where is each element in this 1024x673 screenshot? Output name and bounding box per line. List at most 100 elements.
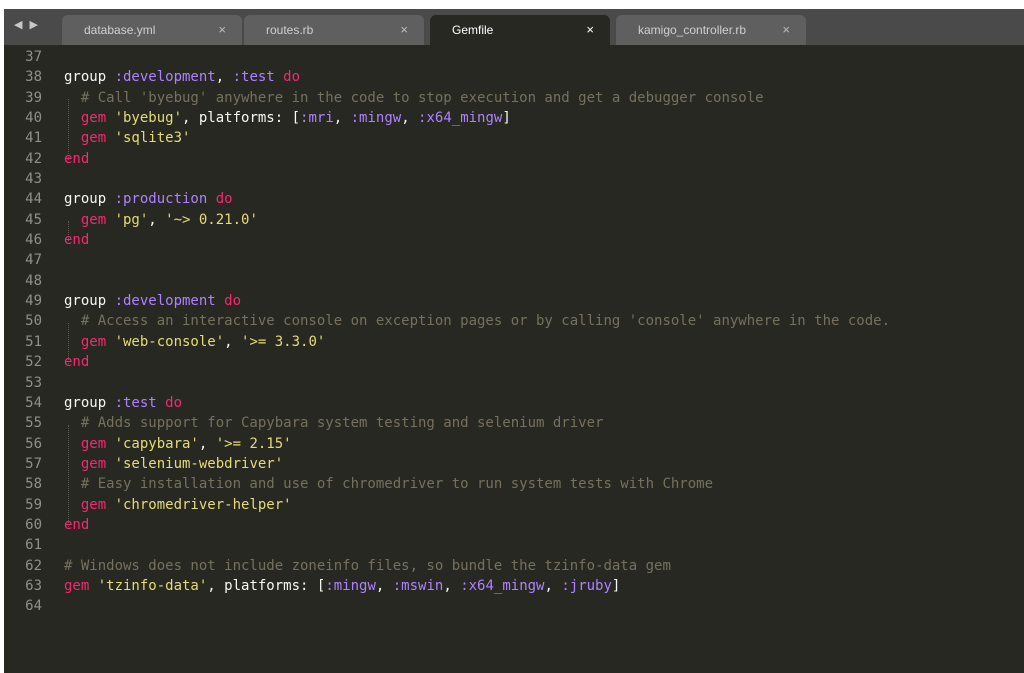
line-number: 59	[25, 496, 42, 513]
code-symbol: :mingw	[325, 577, 376, 594]
line-number: 41	[25, 130, 42, 147]
code-text: ,	[443, 577, 461, 594]
line-number: 40	[25, 110, 42, 127]
line-number: 49	[25, 293, 42, 310]
line-number: 37	[25, 49, 42, 65]
code-line: gem 'chromedriver-helper'	[64, 495, 890, 515]
code-comment: # Windows does not include zoneinfo file…	[64, 557, 671, 574]
line-number: 52	[25, 354, 42, 371]
code-string: 'byebug'	[114, 110, 183, 127]
line-number: 53	[25, 374, 42, 391]
close-icon[interactable]: ×	[782, 15, 790, 45]
code-keyword: gem	[64, 110, 115, 127]
code-symbol: :production	[114, 191, 208, 208]
code-text: ,	[333, 110, 351, 127]
code-symbol: :mswin	[392, 577, 444, 594]
line-number: 39	[25, 89, 42, 106]
code-string: '>= 3.3.0'	[241, 333, 326, 350]
line-number: 57	[25, 455, 42, 472]
code-comment: # Access an interactive console on excep…	[64, 313, 891, 330]
code-keyword: gem	[64, 496, 115, 513]
line-number: 43	[25, 171, 42, 188]
close-icon[interactable]: ×	[586, 15, 594, 45]
code-string: '>= 2.15'	[215, 435, 292, 452]
line-number: 51	[25, 333, 42, 350]
code-text: ]	[502, 110, 511, 127]
code-line: group :production do	[64, 189, 890, 209]
code-text: group	[64, 69, 115, 86]
code-comment: # Easy installation and use of chromedri…	[64, 476, 714, 493]
line-number: 60	[25, 516, 42, 533]
code-text: ,	[148, 211, 166, 228]
code-symbol: :jruby	[561, 577, 612, 594]
tab-database-yml[interactable]: database.yml ×	[62, 15, 242, 45]
code-string: 'web-console'	[114, 333, 225, 350]
line-number: 61	[25, 537, 42, 554]
line-number: 45	[25, 211, 42, 228]
code-symbol: :test	[232, 69, 275, 86]
line-number: 48	[25, 272, 42, 289]
code-line: gem 'web-console', '>= 3.3.0'	[64, 332, 890, 352]
code-keyword: gem	[64, 455, 115, 472]
code-keyword: gem	[64, 130, 115, 147]
line-number: 62	[25, 557, 42, 574]
code-text: ]	[611, 577, 621, 594]
code-line: gem 'capybara', '>= 2.15'	[64, 434, 890, 454]
tab-routes-rb[interactable]: routes.rb ×	[244, 15, 424, 45]
code-comment: # Adds support for Capybara system testi…	[64, 415, 604, 432]
code-text: , platforms: [	[207, 577, 326, 594]
code-text: ,	[198, 435, 216, 452]
line-number: 50	[25, 313, 42, 330]
code-editor[interactable]: 37 38 39 40 41 42 43 44 45 46 47 48 49 5…	[4, 45, 1024, 673]
code-keyword: gem	[64, 333, 115, 350]
code-keyword: end	[64, 354, 90, 371]
code-symbol: :test	[114, 394, 157, 411]
close-icon[interactable]: ×	[400, 15, 408, 45]
code-line: gem 'sqlite3'	[64, 128, 890, 148]
tab-label: routes.rb	[266, 23, 314, 37]
close-icon[interactable]: ×	[218, 15, 226, 45]
code-keyword: do	[156, 394, 183, 411]
code-line: gem 'byebug', platforms: [:mri, :mingw, …	[64, 108, 890, 128]
tab-label: Gemfile	[452, 23, 494, 37]
code-text: ,	[224, 333, 242, 350]
code-string: 'chromedriver-helper'	[114, 496, 292, 513]
code-content[interactable]: group :development, :test do # Call 'bye…	[64, 47, 890, 617]
line-number-gutter: 37 38 39 40 41 42 43 44 45 46 47 48 49 5…	[4, 47, 42, 617]
line-number: 44	[25, 191, 42, 208]
code-symbol: :mingw	[350, 110, 402, 127]
code-symbol: :mri	[300, 110, 334, 127]
code-text: ,	[401, 110, 419, 127]
code-line: group :development do	[64, 291, 890, 311]
code-line: group :test do	[64, 393, 890, 413]
code-text: group	[64, 191, 115, 208]
tab-label: kamigo_controller.rb	[638, 23, 747, 37]
line-number: 56	[25, 435, 42, 452]
code-symbol: :development	[114, 293, 216, 310]
code-keyword: do	[207, 191, 233, 208]
line-number: 54	[25, 394, 42, 411]
tab-gemfile[interactable]: Gemfile ×	[430, 15, 610, 45]
code-keyword: end	[64, 150, 90, 167]
tab-label: database.yml	[84, 23, 156, 37]
code-keyword: do	[215, 293, 242, 310]
tab-kamigo-controller-rb[interactable]: kamigo_controller.rb ×	[616, 15, 806, 45]
tab-bar: ◀ ▶ database.yml × routes.rb × Gemfile ×…	[4, 9, 1024, 45]
line-number: 63	[25, 577, 42, 594]
code-line: group :development, :test do	[64, 67, 890, 87]
line-number: 38	[25, 69, 42, 86]
code-keyword: gem	[64, 211, 115, 228]
code-text: group	[64, 293, 115, 310]
code-text: ,	[215, 69, 233, 86]
tab-nav-arrows[interactable]: ◀ ▶	[14, 18, 40, 31]
code-line: gem 'selenium-webdriver'	[64, 454, 890, 474]
code-comment: # Call 'byebug' anywhere in the code to …	[64, 89, 764, 106]
code-symbol: :development	[114, 69, 216, 86]
code-text: ,	[375, 577, 393, 594]
